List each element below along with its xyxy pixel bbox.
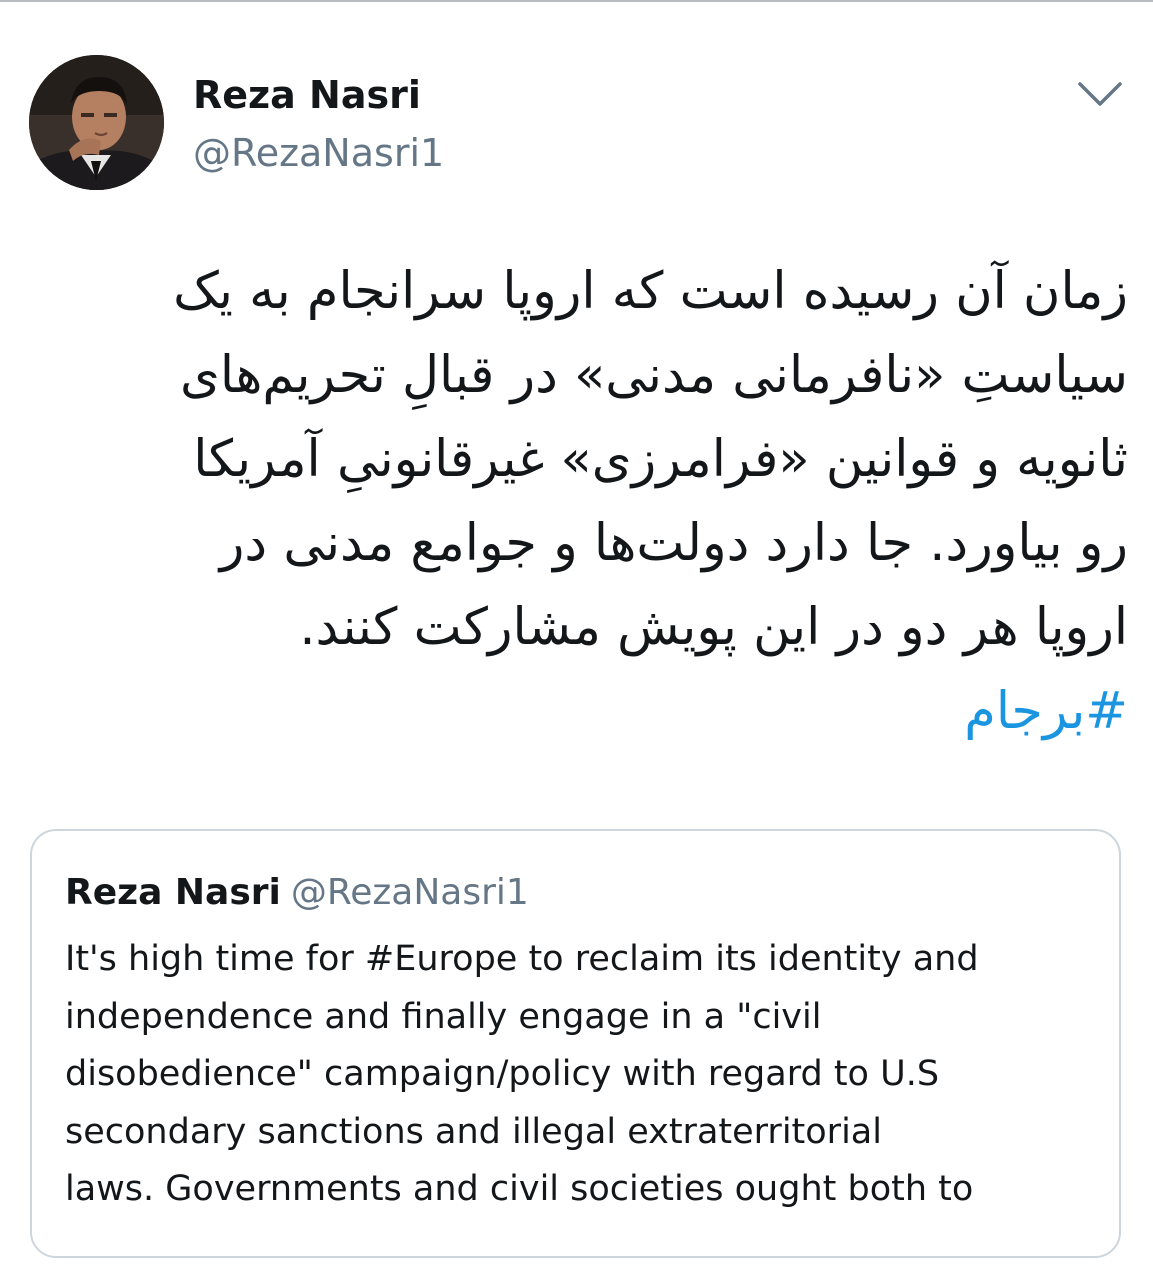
quoted-author-name: Reza Nasri [65,872,281,913]
quoted-text-line: independence and finally engage in a "ci… [65,996,822,1037]
tweet-text-line: رو بیاورد. جا دارد دولت‌ها و جوامع مدنی … [219,514,1128,573]
avatar[interactable] [29,55,164,190]
author-handle[interactable]: @RezaNasri1 [193,128,444,178]
tweet-text-line: سیاستِ «نافرمانی مدنی» در قبالِ تحریم‌ها… [180,346,1128,405]
quoted-text-line: It's high time for #Europe to reclaim it… [65,939,979,979]
author-display-name[interactable]: Reza Nasri [193,70,421,120]
hashtag-link[interactable]: #برجام [40,670,1128,754]
quoted-tweet-header: Reza Nasri @RezaNasri1 [65,869,529,917]
chevron-down-icon[interactable] [1074,76,1126,112]
quoted-tweet-text: It's high time for #Europe to reclaim it… [65,931,1105,1219]
quoted-text-line: secondary sanctions and illegal extrater… [65,1111,882,1152]
top-divider [0,0,1153,2]
profile-photo [29,55,164,190]
quoted-text-line: disobedience" campaign/policy with regar… [65,1054,940,1094]
quoted-author-handle: @RezaNasri1 [290,872,529,913]
quoted-text-line: laws. Governments and civil societies ou… [65,1169,974,1209]
tweet-text-line: زمان آن رسیده است که اروپا سرانجام به یک [173,262,1128,321]
tweet-text-line: ثانویه و قوانین «فرامرزی» غیرقانونیِ آمر… [193,430,1128,489]
tweet-text: زمان آن رسیده است که اروپا سرانجام به یک… [40,250,1128,754]
tweet-text-line: اروپا هر دو در این پویش مشارکت کنند. [299,598,1128,657]
quoted-tweet-card[interactable]: Reza Nasri @RezaNasri1 It's high time for… [30,829,1121,1258]
